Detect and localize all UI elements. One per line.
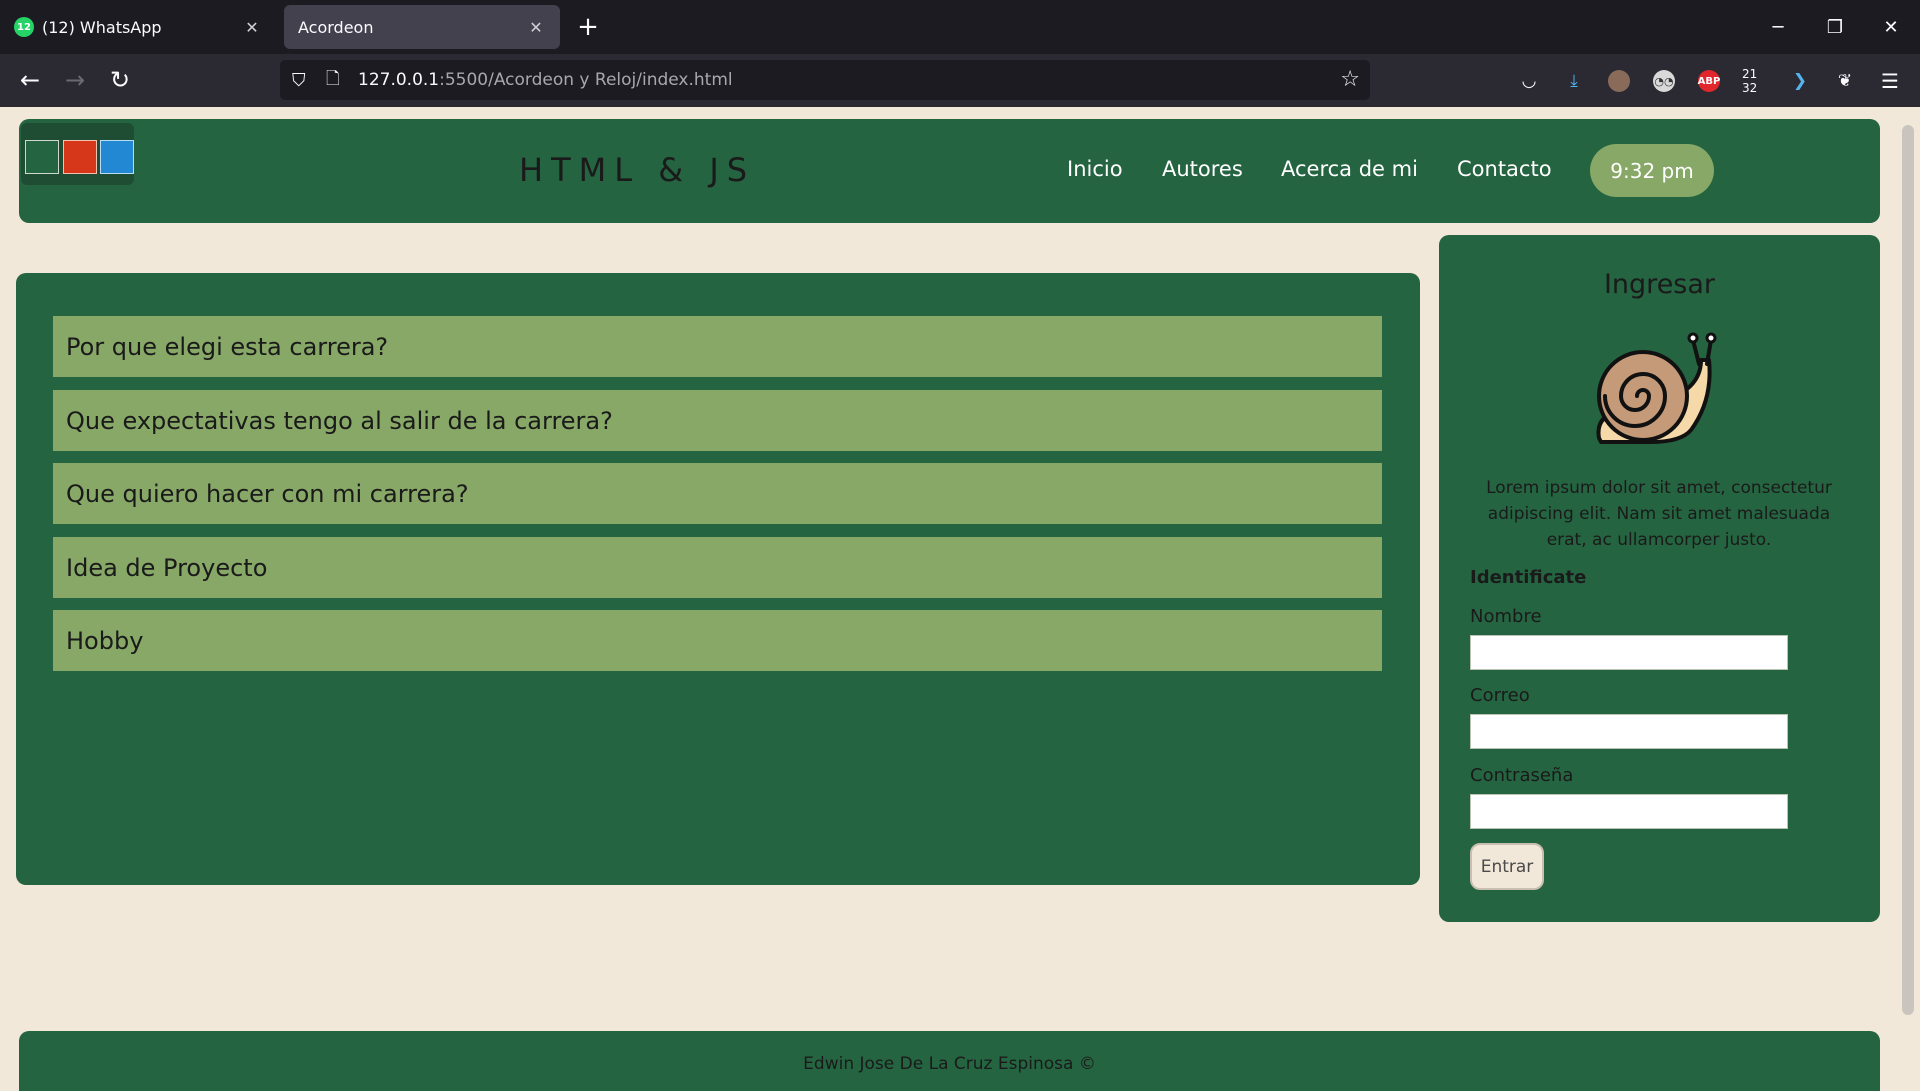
theme-switcher xyxy=(21,123,134,185)
url-host: 127.0.0.1 xyxy=(358,70,440,90)
browser-tab-bar: 12 (12) WhatsApp ✕ Acordeon ✕ + ─ ❐ ✕ xyxy=(0,0,1920,54)
footer-credit: Edwin Jose De La Cruz Espinosa © xyxy=(803,1054,1096,1074)
clock-badge: 9:32 pm xyxy=(1590,144,1714,197)
entrar-button[interactable]: Entrar xyxy=(1470,843,1544,890)
back-button[interactable]: ← xyxy=(12,62,48,98)
accordion-panel: Por que elegi esta carrera? Que expectat… xyxy=(16,273,1420,885)
scrollbar[interactable] xyxy=(1898,107,1920,1080)
snail-icon xyxy=(1596,332,1717,444)
account-avatar[interactable] xyxy=(1608,70,1630,92)
accordion-item[interactable]: Idea de Proyecto xyxy=(53,537,1382,598)
pocket-icon[interactable]: ◡ xyxy=(1516,68,1542,94)
nav-link-acerca[interactable]: Acerca de mi xyxy=(1281,157,1418,181)
extension-arrow-icon[interactable]: ❯ xyxy=(1787,68,1813,94)
site-header: HTML & JS Inicio Autores Acerca de mi Co… xyxy=(19,119,1880,223)
extension-clock-icon[interactable]: 21 32 xyxy=(1742,67,1768,95)
scrollbar-thumb[interactable] xyxy=(1902,125,1914,1015)
login-panel: Ingresar Lorem ipsum dolor sit amet, con… xyxy=(1439,235,1880,922)
shield-icon[interactable]: ⛉ xyxy=(292,70,316,91)
nav-link-autores[interactable]: Autores xyxy=(1162,157,1243,181)
url-bar[interactable]: ⛉ 🗋 127.0.0.1:5500/Acordeon y Reloj/inde… xyxy=(280,60,1370,100)
whatsapp-icon: 12 xyxy=(14,17,34,37)
contrasena-label: Contraseña xyxy=(1470,765,1574,786)
bookmark-star-icon[interactable]: ☆ xyxy=(1340,67,1360,92)
contrasena-field[interactable] xyxy=(1470,794,1788,829)
close-icon[interactable]: ✕ xyxy=(242,18,262,37)
forward-button[interactable]: → xyxy=(57,62,93,98)
correo-label: Correo xyxy=(1470,685,1530,706)
browser-nav-bar: ← → ↻ ⛉ 🗋 127.0.0.1:5500/Acordeon y Relo… xyxy=(0,54,1920,107)
theme-red-swatch[interactable] xyxy=(63,140,97,174)
new-tab-button[interactable]: + xyxy=(572,10,604,44)
accordion-item[interactable]: Que expectativas tengo al salir de la ca… xyxy=(53,390,1382,451)
download-icon[interactable]: ⤓ xyxy=(1561,68,1587,94)
theme-blue-swatch[interactable] xyxy=(100,140,134,174)
tab-title: Acordeon xyxy=(298,17,374,37)
nav-link-inicio[interactable]: Inicio xyxy=(1067,157,1123,181)
accordion-item[interactable]: Que quiero hacer con mi carrera? xyxy=(53,463,1382,524)
site-footer: Edwin Jose De La Cruz Espinosa © xyxy=(19,1031,1880,1091)
accordion-item[interactable]: Por que elegi esta carrera? xyxy=(53,316,1382,377)
minimize-button[interactable]: ─ xyxy=(1755,0,1801,54)
tab-title: (12) WhatsApp xyxy=(42,17,162,37)
tab-whatsapp[interactable]: 12 (12) WhatsApp ✕ xyxy=(0,5,276,49)
reload-button[interactable]: ↻ xyxy=(102,62,138,98)
menu-hamburger-icon[interactable]: ☰ xyxy=(1877,68,1903,94)
nav-link-contacto[interactable]: Contacto xyxy=(1457,157,1552,181)
form-heading: Identificate xyxy=(1470,567,1587,588)
extension-face-icon[interactable]: ◔◔ xyxy=(1653,70,1675,92)
page-icon: 🗋 xyxy=(326,68,340,89)
nombre-field[interactable] xyxy=(1470,635,1788,670)
nombre-label: Nombre xyxy=(1470,606,1542,627)
accordion-item[interactable]: Hobby xyxy=(53,610,1382,671)
window-close-button[interactable]: ✕ xyxy=(1868,0,1914,54)
close-icon[interactable]: ✕ xyxy=(526,18,546,37)
correo-field[interactable] xyxy=(1470,714,1788,749)
extension-leaf-icon[interactable]: ❦ xyxy=(1832,68,1858,94)
adblock-icon[interactable]: ABP xyxy=(1698,70,1720,92)
tab-acordeon[interactable]: Acordeon ✕ xyxy=(284,5,560,49)
login-title: Ingresar xyxy=(1603,269,1716,300)
restore-button[interactable]: ❐ xyxy=(1812,0,1858,54)
site-brand: HTML & JS xyxy=(519,151,756,189)
theme-green-swatch[interactable] xyxy=(25,140,59,174)
login-description: Lorem ipsum dolor sit amet, consectetur … xyxy=(1486,478,1832,550)
url-path: :5500/Acordeon y Reloj/index.html xyxy=(439,70,733,90)
